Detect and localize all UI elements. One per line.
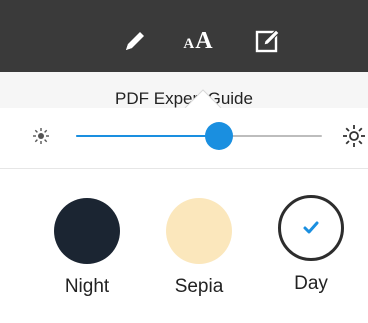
theme-day-option[interactable]: Day (266, 186, 356, 295)
day-swatch[interactable] (278, 195, 344, 261)
edit-note-icon[interactable] (252, 26, 284, 56)
theme-selector: Night Sepia Day (0, 186, 368, 316)
sun-large-icon (342, 124, 366, 148)
document-title-bar: PDF Expert Guide (0, 72, 368, 113)
pencil-icon[interactable] (118, 26, 152, 56)
brightness-slider[interactable] (76, 135, 322, 137)
brightness-row (0, 108, 368, 169)
night-swatch[interactable] (54, 198, 120, 264)
brightness-slider-fill (76, 135, 219, 137)
sepia-swatch[interactable] (166, 198, 232, 264)
appearance-popover: Night Sepia Day (0, 90, 368, 323)
brightness-slider-thumb[interactable] (204, 122, 233, 150)
popover-body: Night Sepia Day (0, 108, 368, 323)
theme-night-label: Night (64, 276, 110, 297)
sun-small-icon (32, 127, 50, 145)
check-icon (300, 217, 322, 239)
theme-night-option[interactable]: Night (42, 186, 132, 298)
theme-sepia-label: Sepia (174, 276, 224, 297)
reader-toolbar: A A (0, 0, 368, 72)
font-size-icon[interactable]: A A (176, 26, 220, 56)
font-large-glyph: A (195, 28, 213, 54)
theme-sepia-option[interactable]: Sepia (154, 186, 244, 298)
theme-day-label: Day (294, 273, 328, 294)
document-title: PDF Expert Guide (115, 89, 253, 108)
font-small-glyph: A (183, 35, 195, 52)
